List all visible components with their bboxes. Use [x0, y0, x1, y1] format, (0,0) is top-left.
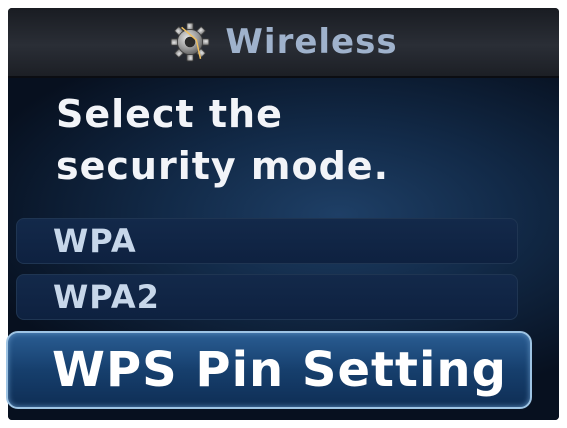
header-content: Wireless	[8, 8, 559, 76]
header-bar: Wireless	[8, 8, 559, 78]
instruction-text: Select the security mode.	[56, 92, 390, 188]
option-wpa2[interactable]: WPA2	[16, 274, 518, 320]
option-wps-pin-setting[interactable]: WPS Pin Setting	[6, 331, 532, 409]
option-label: WPA	[53, 222, 137, 260]
option-wpa[interactable]: WPA	[16, 218, 518, 264]
gear-icon	[171, 22, 210, 62]
option-label: WPS Pin Setting	[52, 342, 507, 398]
option-label: WPA2	[53, 278, 160, 316]
screen-title: Wireless	[225, 22, 398, 62]
